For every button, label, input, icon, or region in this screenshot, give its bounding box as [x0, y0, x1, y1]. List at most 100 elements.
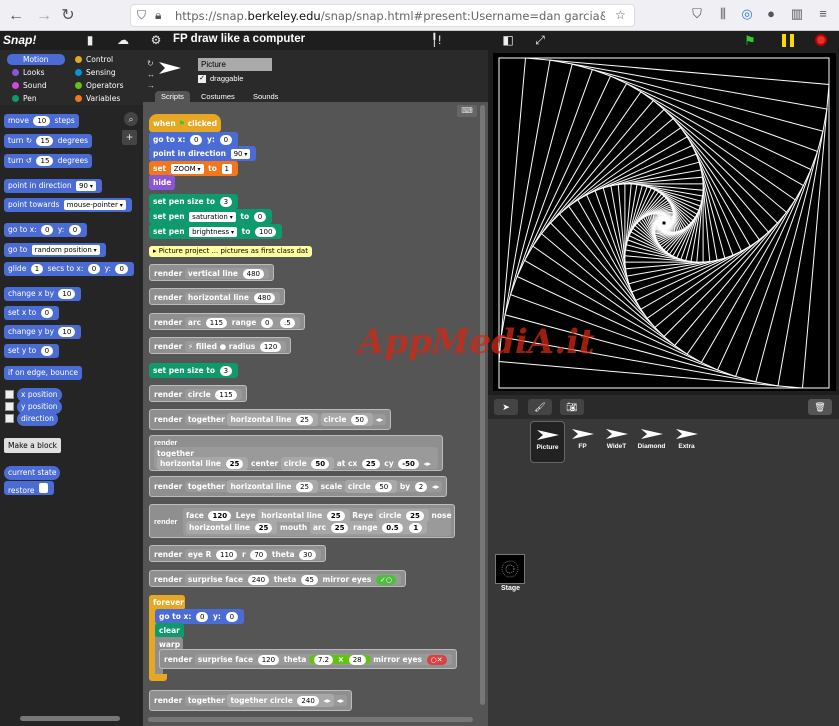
- hat-when-flag-clicked[interactable]: when ⚑ clicked: [149, 114, 221, 132]
- block-point-in-direction[interactable]: point in direction 90: [149, 146, 257, 161]
- sprite-fp[interactable]: FP: [565, 421, 600, 463]
- pause-icon[interactable]: [782, 34, 794, 47]
- block-point-in-direction[interactable]: point in direction 90: [4, 179, 102, 193]
- category-control[interactable]: Control: [70, 54, 128, 65]
- block-render-vertical-line[interactable]: render vertical line 480: [149, 264, 274, 281]
- reporter-direction[interactable]: direction: [17, 412, 58, 426]
- stage-size-icon[interactable]: ◧: [498, 32, 518, 49]
- toggle-true-icon[interactable]: ✓○: [375, 575, 396, 585]
- scripts-horizontal-scrollbar[interactable]: [148, 717, 473, 722]
- green-flag-icon[interactable]: ⚑: [744, 33, 762, 48]
- block-render-arc[interactable]: render arc 115 range 0 .5: [149, 313, 305, 330]
- arrows-icon[interactable]: ◂▸: [432, 482, 440, 491]
- block-change-y[interactable]: change y by 10: [4, 325, 82, 339]
- category-variables[interactable]: Variables: [70, 93, 128, 104]
- extension2-icon[interactable]: ●: [762, 6, 780, 21]
- url-bar[interactable]: ⛉ 🔒︎ https://snap.berkeley.edu/snap/snap…: [130, 4, 635, 27]
- sprite-extra[interactable]: Extra: [669, 421, 704, 463]
- forward-icon[interactable]: →: [34, 6, 54, 26]
- stage-thumbnail[interactable]: [495, 554, 525, 584]
- block-set-pen-saturation[interactable]: set pen saturation to 0: [149, 209, 273, 224]
- arrows-icon[interactable]: ◂▸: [424, 459, 432, 468]
- checkbox-y-position[interactable]: [5, 402, 14, 411]
- checkbox-x-position[interactable]: [5, 390, 14, 399]
- scripts-vertical-scrollbar[interactable]: [480, 105, 485, 705]
- bookmark-star-icon[interactable]: ☆: [615, 8, 626, 22]
- rotation-style-icons[interactable]: ↻ ↔ →: [147, 58, 155, 91]
- block-change-x[interactable]: change x by 10: [4, 287, 82, 301]
- block-move[interactable]: move 10 steps: [4, 114, 79, 128]
- block-set-pen-size[interactable]: set pen size to 3: [149, 194, 239, 209]
- category-sensing[interactable]: Sensing: [70, 67, 128, 78]
- category-operators[interactable]: Operators: [70, 80, 128, 91]
- extension-icon[interactable]: ◎: [738, 6, 756, 22]
- block-restore[interactable]: restore: [4, 481, 54, 495]
- draggable-checkbox[interactable]: ✓: [198, 75, 206, 83]
- menu-icon[interactable]: ≡: [814, 6, 832, 21]
- pocket-icon[interactable]: ⛉: [688, 6, 706, 22]
- block-glide[interactable]: glide 1 secs to x: 0 y: 0: [4, 262, 134, 276]
- block-go-to-xy[interactable]: go to x: 0 y: 0: [4, 223, 88, 237]
- block-go-to[interactable]: go to random position: [4, 243, 106, 257]
- block-if-on-edge-bounce[interactable]: if on edge, bounce: [4, 366, 82, 380]
- arrows-icon[interactable]: ◂▸: [323, 696, 331, 705]
- library-icon[interactable]: ⫼: [714, 6, 732, 22]
- block-set-zoom[interactable]: set ZOOM to 1: [149, 161, 239, 176]
- sprite-widet[interactable]: WideT: [599, 421, 634, 463]
- block-set-pen-brightness[interactable]: set pen brightness to 100: [149, 224, 283, 239]
- reload-icon[interactable]: ↻: [58, 6, 78, 26]
- block-render-circle[interactable]: render circle 115: [149, 385, 247, 402]
- block-set-y[interactable]: set y to 0: [4, 344, 60, 358]
- turbo-icon[interactable]: ╿!: [425, 32, 447, 49]
- snap-logo[interactable]: Snap!: [3, 33, 36, 47]
- block-clear[interactable]: clear: [155, 623, 184, 638]
- block-point-towards[interactable]: point towards mouse-pointer: [4, 198, 132, 212]
- block-render-horizontal-line[interactable]: render horizontal line 480: [149, 288, 285, 305]
- block-render-surprise-face[interactable]: render surprise face 240 theta 45 mirror…: [149, 570, 406, 587]
- block-set-pen-size-2[interactable]: set pen size to 3: [149, 363, 239, 378]
- block-render-together-3[interactable]: render together together circle 240 ◂▸ ◂…: [149, 690, 353, 711]
- tab-sounds[interactable]: Sounds: [247, 91, 284, 102]
- category-pen[interactable]: Pen: [7, 93, 65, 104]
- category-sound[interactable]: Sound: [7, 80, 65, 91]
- file-icon[interactable]: ▮: [80, 32, 100, 49]
- block-render-together-2[interactable]: render together horizontal line 25 cente…: [149, 435, 443, 471]
- sprite-name-input[interactable]: Picture: [198, 58, 272, 71]
- camera-icon[interactable]: 📷︎: [560, 399, 584, 415]
- turtle-sprite-icon[interactable]: ➤: [494, 399, 518, 415]
- block-turn-right[interactable]: turn ↻ 15 degrees: [4, 134, 92, 148]
- make-a-block-button[interactable]: Make a block: [4, 438, 62, 453]
- block-render-face[interactable]: render face 120 Leye horizontal line 25 …: [149, 504, 455, 538]
- block-render-together-scale[interactable]: render together horizontal line 25 scale…: [149, 476, 448, 497]
- search-icon[interactable]: ⌕: [124, 112, 138, 126]
- paint-brush-icon[interactable]: 🖌︎: [528, 399, 552, 415]
- gear-icon[interactable]: ⚙: [146, 32, 166, 49]
- reporter-current-state[interactable]: current state: [4, 466, 61, 480]
- tab-costumes[interactable]: Costumes: [195, 91, 241, 102]
- block-go-to-xy-2[interactable]: go to x: 0 y: 0: [155, 609, 245, 624]
- block-set-x[interactable]: set x to 0: [4, 306, 60, 320]
- block-render-filled-circle[interactable]: render ⚡ filled ● radius 120: [149, 337, 292, 354]
- block-turn-left[interactable]: turn ↺ 15 degrees: [4, 154, 92, 168]
- lock-icon[interactable]: 🔒︎: [155, 8, 161, 23]
- arrows-icon[interactable]: ◂▸: [337, 696, 345, 705]
- block-render-eye[interactable]: render eye R 110 r 70 theta 30: [149, 545, 327, 562]
- toggle-false-icon[interactable]: ○✕: [426, 655, 447, 665]
- sidebar-icon[interactable]: ▥: [788, 6, 806, 22]
- sprite-picture[interactable]: Picture: [530, 421, 565, 463]
- tab-scripts[interactable]: Scripts: [155, 91, 190, 102]
- block-hide[interactable]: hide: [149, 175, 176, 190]
- collapse-arrow-icon[interactable]: ▸: [153, 247, 157, 255]
- add-block-icon[interactable]: +: [122, 130, 137, 145]
- script-area[interactable]: ⌨ when ⚑ clicked go to x: 0 y: 0 point i…: [143, 102, 488, 726]
- category-looks[interactable]: Looks: [7, 67, 65, 78]
- sprite-diamond[interactable]: Diamond: [634, 421, 669, 463]
- palette-scrollbar[interactable]: [20, 716, 120, 721]
- arrows-icon[interactable]: ◂▸: [376, 415, 384, 424]
- block-forever[interactable]: forever: [149, 595, 185, 610]
- block-render-surprise-face-2[interactable]: render surprise face 120 theta 7.2 × 28 …: [159, 649, 457, 669]
- block-go-to-xy[interactable]: go to x: 0 y: 0: [149, 132, 239, 147]
- shield-icon[interactable]: ⛉: [137, 8, 146, 23]
- cloud-icon[interactable]: ☁: [113, 32, 133, 49]
- block-render-together-1[interactable]: render together horizontal line 25 circl…: [149, 409, 392, 430]
